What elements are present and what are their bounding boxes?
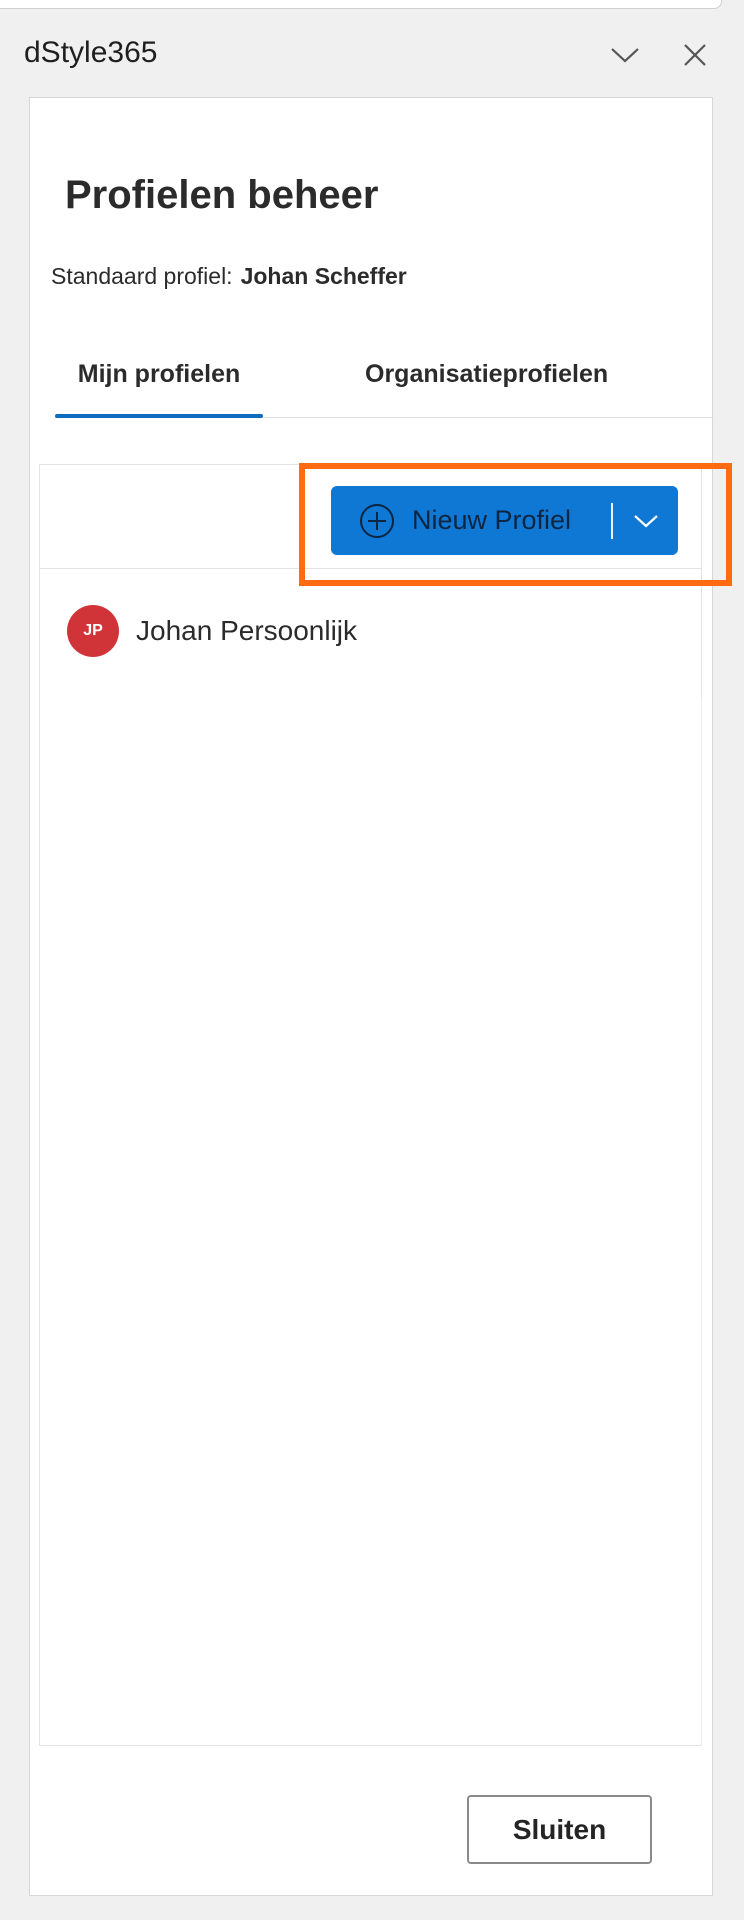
pane-title: dStyle365 xyxy=(24,36,158,69)
tab-label: Organisatieprofielen xyxy=(365,360,609,388)
close-icon[interactable] xyxy=(676,36,714,74)
page-title: Profielen beheer xyxy=(65,173,379,217)
profile-name: Johan Persoonlijk xyxy=(136,615,358,646)
tab-my-profiles[interactable]: Mijn profielen xyxy=(55,360,263,418)
new-profile-dropdown-button[interactable] xyxy=(613,486,678,555)
tab-organization-profiles[interactable]: Organisatieprofielen xyxy=(349,360,624,418)
tab-label: Mijn profielen xyxy=(77,360,241,388)
profile-tabs: Mijn profielen Organisatieprofielen xyxy=(55,348,714,418)
profile-list-panel: Nieuw Profiel JP Johan Persoonlijk xyxy=(39,464,702,1746)
divider xyxy=(701,698,702,1745)
new-profile-label: Nieuw Profiel xyxy=(412,505,572,535)
default-profile-label: Standaard profiel: xyxy=(51,263,233,289)
new-profile-split-button[interactable]: Nieuw Profiel xyxy=(331,486,678,555)
avatar: JP xyxy=(67,605,119,657)
profile-toolbar: Nieuw Profiel xyxy=(40,465,701,569)
active-tab-indicator xyxy=(55,414,263,418)
close-button[interactable]: Sluiten xyxy=(467,1795,652,1864)
profile-management-card: Profielen beheer Standaard profiel: Johan… xyxy=(29,97,714,1896)
chevron-down-icon xyxy=(633,514,658,527)
task-pane-header: dStyle365 xyxy=(0,20,744,90)
chevron-down-icon[interactable] xyxy=(606,36,644,74)
list-item-profile[interactable]: JP Johan Persoonlijk xyxy=(67,603,617,659)
new-profile-button[interactable]: Nieuw Profiel xyxy=(331,486,611,555)
split-divider xyxy=(611,502,613,539)
default-profile-row: Standaard profiel: Johan Scheffer xyxy=(51,263,407,290)
default-profile-value: Johan Scheffer xyxy=(240,263,407,289)
plus-circle-icon xyxy=(360,503,394,538)
top-window-edge xyxy=(0,0,722,9)
